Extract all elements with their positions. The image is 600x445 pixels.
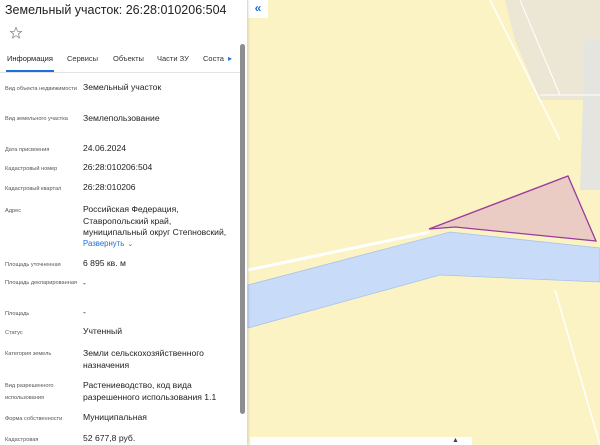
row-label: Вид земельного участка — [5, 116, 68, 122]
double-chevron-left-icon: « — [254, 1, 262, 15]
row-label: Статус — [5, 330, 23, 336]
tab-services[interactable]: Сервисы — [67, 54, 98, 63]
row-value: - — [83, 307, 86, 317]
row-label: Вид разрешенного использования — [5, 383, 54, 401]
row-value: 6 895 кв. м — [83, 258, 126, 268]
row-value: Растениеводство, код вида разрешенного и… — [83, 380, 217, 402]
expand-link[interactable]: Развернуть ⌄ — [83, 239, 133, 248]
tab-objects[interactable]: Объекты — [113, 54, 144, 63]
row-label: Вид объекта недвижимости — [5, 86, 77, 92]
row-value: Землепользование — [83, 113, 160, 123]
row-label: Площадь уточненная — [5, 262, 61, 268]
tabs-bar: Информация Сервисы Объекты Части ЗУ Сост… — [0, 50, 240, 72]
row-label: Форма собственности — [5, 416, 63, 422]
tab-info[interactable]: Информация — [7, 54, 53, 63]
panel-title: Земельный участок: 26:28:010206:504 — [5, 3, 227, 17]
star-icon[interactable] — [9, 26, 23, 40]
collapse-panel-button[interactable]: « — [248, 0, 268, 18]
row-value: Муниципальная — [83, 412, 147, 422]
chevron-down-icon: ⌄ — [127, 241, 134, 248]
row-label: Площадь декларированная — [5, 280, 77, 286]
divider — [0, 72, 240, 73]
tab-parts[interactable]: Части ЗУ — [157, 54, 189, 63]
status-value: Учтенный — [83, 326, 123, 336]
row-label: Кадастровая — [5, 437, 39, 443]
chevron-right-icon: ▸ — [227, 54, 232, 63]
row-label: Кадастровый номер — [5, 166, 58, 172]
tabs-scroll-button[interactable]: ▸ — [224, 52, 236, 66]
row-label: Площадь — [5, 311, 30, 317]
chevron-up-icon[interactable]: ▲ — [452, 437, 459, 444]
row-value: Земли сельскохозяйственного назначения — [83, 348, 204, 370]
row-value: 26:28:010206:504 — [83, 162, 153, 172]
row-value: 52 677,8 руб. — [83, 433, 136, 443]
row-value: Земельный участок — [83, 82, 162, 92]
row-label: Кадастровый квартал — [5, 186, 62, 192]
bottom-bar[interactable] — [250, 437, 472, 445]
address-value: Российская Федерация, Ставропольский кра… — [83, 204, 227, 237]
row-label: Категория земель — [5, 351, 52, 357]
panel-scrollbar[interactable] — [240, 44, 245, 414]
row-value: 24.06.2024 — [83, 143, 127, 153]
row-label: Дата присвоения — [5, 147, 50, 153]
info-panel: Земельный участок: 26:28:010206:504 Инфо… — [0, 0, 247, 445]
tab-composition[interactable]: Соста — [203, 54, 224, 63]
row-value: - — [83, 278, 86, 288]
row-value: 26:28:010206 — [83, 182, 136, 192]
row-label: Адрес — [5, 208, 22, 214]
